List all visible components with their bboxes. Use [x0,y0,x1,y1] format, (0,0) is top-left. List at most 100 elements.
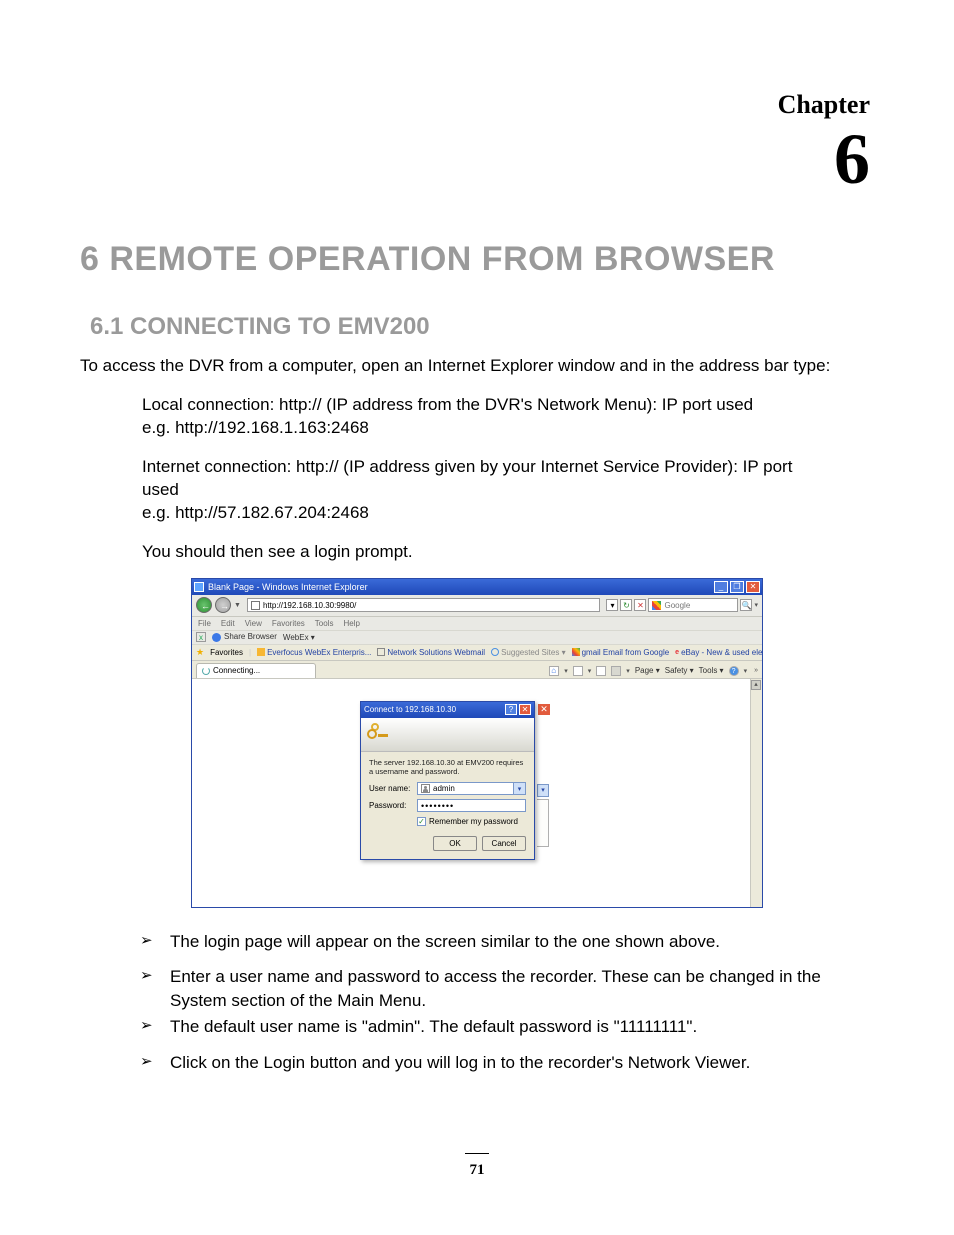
internet-line-1: Internet connection: http:// (IP address… [142,456,834,502]
search-button[interactable]: 🔍 [740,599,752,611]
dialog-button-row: OK Cancel [369,836,526,851]
back-button[interactable]: ← [196,597,212,613]
address-url: http://192.168.10.30:9980/ [263,601,356,610]
login-prompt-text: You should then see a login prompt. [142,541,834,564]
remember-label: Remember my password [429,817,518,826]
chapter-number: 6 [834,118,870,201]
search-dropdown-icon[interactable]: ▾ [754,601,758,609]
refresh-button[interactable]: ↻ [620,599,632,611]
minimize-button[interactable]: _ [714,581,728,593]
forward-button[interactable]: → [215,597,231,613]
nav-toolbar: ← → ▼ http://192.168.10.30:9980/ ▾ ↻ ✕ G… [192,595,762,617]
username-label: User name: [369,784,417,793]
help-button[interactable]: ? [729,666,739,676]
page-number: 71 [470,1162,485,1178]
local-line-2: e.g. http://192.168.1.163:2468 [142,417,834,440]
internet-connection-block: Internet connection: http:// (IP address… [142,456,834,525]
chapter-title: 6 REMOTE OPERATION FROM BROWSER [80,240,874,279]
local-connection-block: Local connection: http:// (IP address fr… [142,394,834,440]
document-page: Chapter 6 6 REMOTE OPERATION FROM BROWSE… [0,0,954,1235]
print-dropdown-icon[interactable]: ▾ [626,667,630,675]
menu-view[interactable]: View [245,619,262,628]
google-small-icon [572,648,580,656]
menu-edit[interactable]: Edit [221,619,235,628]
ok-button[interactable]: OK [433,836,477,851]
print-button[interactable] [611,666,621,676]
go-dropdown[interactable]: ▾ [606,599,618,611]
favorites-star-icon[interactable]: ★ [196,647,204,658]
dialog-body: The server 192.168.10.30 at EMV200 requi… [361,752,534,860]
password-row: Password: •••••••• [369,799,526,812]
dialog-title: Connect to 192.168.10.30 [364,705,503,714]
home-dropdown-icon[interactable]: ▾ [564,667,568,675]
page-menu[interactable]: Page ▾ [635,666,660,675]
browser-tab[interactable]: Connecting... [196,663,316,678]
bullet-text-2: Enter a user name and password to access… [170,965,834,1013]
globe-icon [212,633,221,642]
dialog-banner [361,718,534,752]
username-row: User name: admin ▾ [369,782,526,795]
folder-icon [257,648,265,656]
menu-favorites[interactable]: Favorites [272,619,305,628]
tab-tools: ⌂ ▾ ▾ ▾ Page ▾ Safety ▾ Tools ▾ ? ▾ » [549,666,758,678]
favlink-netsol[interactable]: Network Solutions Webmail [377,648,485,657]
favlink-everfocus[interactable]: Everfocus WebEx Enterpris... [257,648,371,657]
mail-button[interactable] [596,666,606,676]
behind-window-edge [537,799,549,847]
favlink-gmail[interactable]: gmail Email from Google [572,648,670,657]
dialog-message: The server 192.168.10.30 at EMV200 requi… [369,758,526,777]
ie-icon [194,582,204,592]
remember-checkbox[interactable]: ✓ [417,817,426,826]
favlink-suggested[interactable]: Suggested Sites ▾ [491,648,566,657]
favorites-bar: ★ Favorites | Everfocus WebEx Enterpris.… [192,645,762,661]
username-input[interactable]: admin ▾ [417,782,526,795]
scroll-up-button[interactable]: ▴ [751,680,761,690]
stop-button[interactable]: ✕ [634,599,646,611]
ie-small-icon [491,648,499,656]
ebay-icon: e [675,649,679,656]
nav-right-controls: ▾ ↻ ✕ Google 🔍 ▾ [606,598,758,612]
webex-toolbar: x Share Browser WebEx ▾ [192,631,762,645]
chevron-right-icon[interactable]: » [754,667,758,674]
password-input[interactable]: •••••••• [417,799,526,812]
feeds-button[interactable] [573,666,583,676]
local-line-1: Local connection: http:// (IP address fr… [142,394,834,417]
menu-bar: File Edit View Favorites Tools Help [192,617,762,631]
loading-spinner-icon [202,667,210,675]
internet-line-2: e.g. http://57.182.67.204:2468 [142,502,834,525]
address-bar[interactable]: http://192.168.10.30:9980/ [247,598,601,612]
safety-menu[interactable]: Safety ▾ [665,666,694,675]
favlink-ebay[interactable]: eeBay - New & used electroni... [675,648,762,657]
feeds-dropdown-icon[interactable]: ▾ [588,667,592,675]
home-button[interactable]: ⌂ [549,666,559,676]
remember-row: ✓ Remember my password [369,817,526,826]
maximize-button[interactable]: ❐ [730,581,744,593]
menu-tools[interactable]: Tools [315,619,334,628]
page-number-rule [465,1153,489,1154]
username-dropdown-icon[interactable]: ▾ [513,783,525,794]
bullet-marker-icon: ➢ [140,965,156,1013]
vertical-scrollbar[interactable]: ▴ [750,679,762,907]
window-titlebar: Blank Page - Windows Internet Explorer _… [192,579,762,595]
list-item: ➢ Click on the Login button and you will… [140,1051,834,1075]
dialog-titlebar: Connect to 192.168.10.30 ? ✕ [361,702,534,718]
page-icon [251,601,260,610]
menu-file[interactable]: File [198,619,211,628]
browser-content-area: ▴ ✕ ▾ Connect to 192.168.10.30 ? ✕ [192,679,762,907]
favorites-label: Favorites [210,648,243,657]
page-footer: 71 [0,1143,954,1179]
dialog-close-button[interactable]: ✕ [519,704,531,715]
ie-window: Blank Page - Windows Internet Explorer _… [191,578,763,908]
nav-dropdown-icon[interactable]: ▼ [234,602,241,609]
dialog-help-button[interactable]: ? [505,704,517,715]
list-item: ➢ Enter a user name and password to acce… [140,965,834,1013]
help-dropdown-icon[interactable]: ▾ [744,667,748,675]
search-box[interactable]: Google [648,598,738,612]
menu-help[interactable]: Help [343,619,359,628]
close-button[interactable]: ✕ [746,581,760,593]
webex-menu[interactable]: WebEx ▾ [283,633,315,642]
toolbar-close-icon[interactable]: x [196,632,206,642]
share-browser-button[interactable]: Share Browser [212,632,277,641]
cancel-button[interactable]: Cancel [482,836,526,851]
tools-menu[interactable]: Tools ▾ [699,666,724,675]
